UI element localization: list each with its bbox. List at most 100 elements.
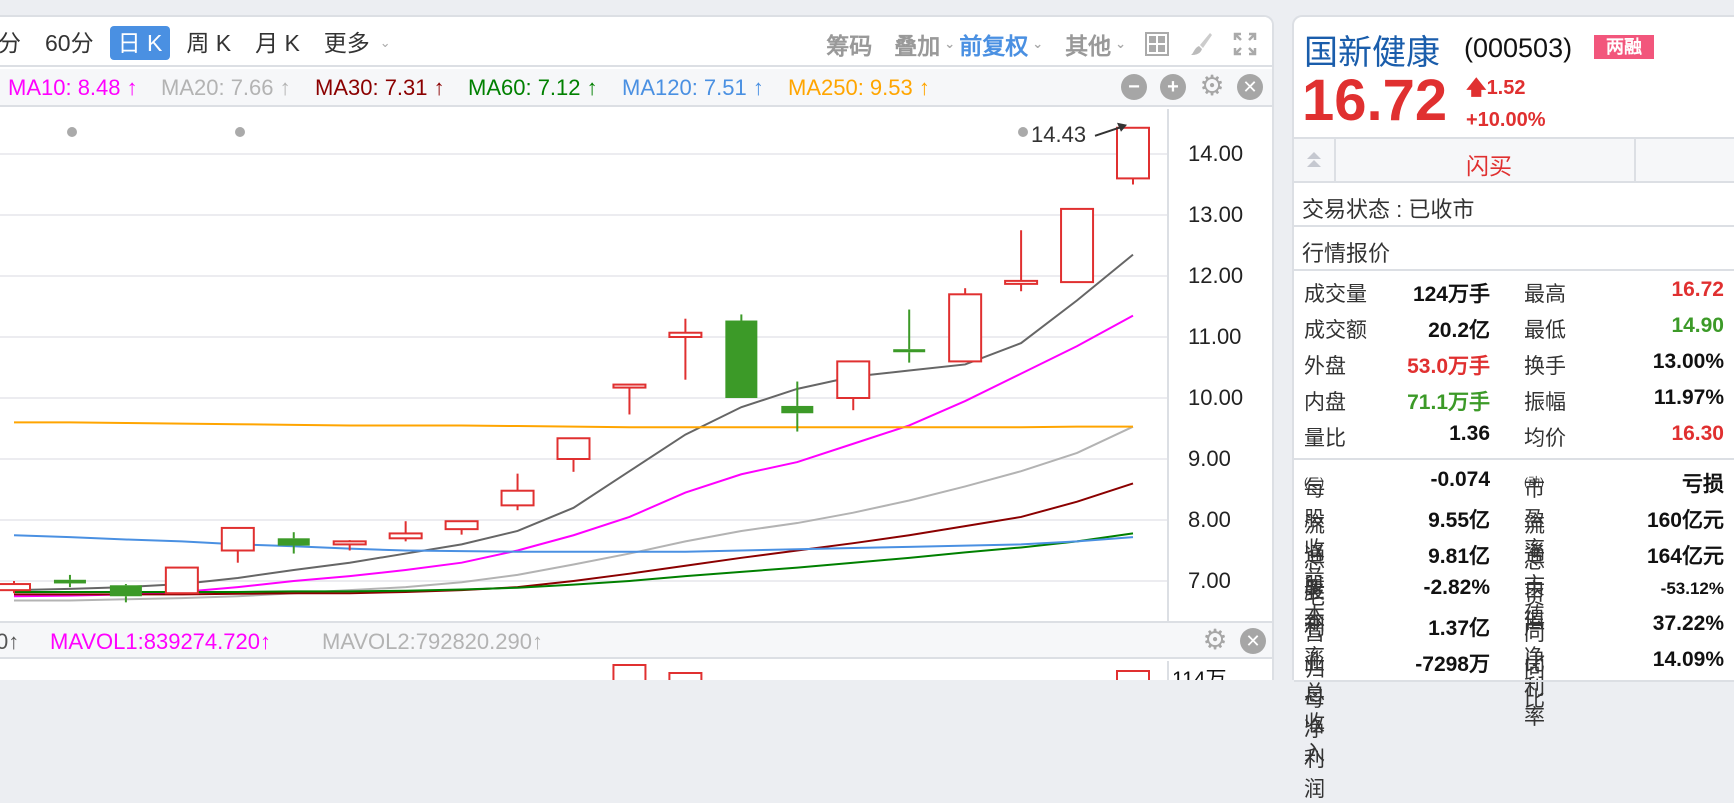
period-tab[interactable]: 日 K <box>109 26 171 60</box>
minus-icon[interactable]: − <box>1121 74 1147 100</box>
flash-sell-button[interactable] <box>1636 139 1734 181</box>
other-dropdown[interactable]: 其他 ⌄ <box>1065 27 1126 61</box>
trade-row: 闪买 <box>1294 137 1734 183</box>
quote-value: 53.0万手 <box>1407 355 1490 378</box>
ma30-label: MA30: 7.31 ↑ <box>315 75 445 100</box>
chips-label: 筹码 <box>826 33 873 59</box>
quote-row: 成交量 124万手 最高 16.72 <box>1294 273 1734 309</box>
fullscreen-icon[interactable] <box>1232 31 1258 57</box>
kline-chart[interactable]: 14.43 <box>0 109 1167 621</box>
chevron-down-icon: ⌄ <box>379 35 391 50</box>
high-price-marker: 14.43 <box>1031 122 1086 147</box>
chart-toolbar: 分 60分日 K周 K月 K 更多 ⌄ 筹码 叠加 ⌄ 前复权 ⌄ 其他 ⌄ <box>0 17 1272 67</box>
period-tab[interactable]: 分 <box>0 26 29 60</box>
quote-label: 振幅 <box>1524 391 1566 414</box>
financial-row: 流通股本 9.55亿 流通市值 160亿元 <box>1294 499 1734 627</box>
close-icon[interactable]: ✕ <box>1237 74 1263 100</box>
adjust-dropdown[interactable]: 前复权 ⌄ <box>959 27 1043 61</box>
other-label: 其他 <box>1065 33 1112 59</box>
financial-value: 160亿元 <box>1646 509 1724 532</box>
candle-body <box>781 405 814 414</box>
financial-label-text: 归母净利润 <box>1304 658 1325 801</box>
period-tab[interactable]: 周 K <box>178 26 239 60</box>
vol-label: 0↑ <box>0 629 20 654</box>
period-tab[interactable]: 更多 <box>316 26 378 60</box>
margin-badge: 两融 <box>1594 35 1654 59</box>
candle-body <box>612 383 647 389</box>
price-tick-label: 10.00 <box>1188 385 1244 410</box>
gear-icon[interactable]: ⚙ <box>1199 72 1225 100</box>
financial-table: 每股收益 (二) -0.074 市盈率 (动) 亏损 流通股本 9.55亿 流通市值 160亿元总… <box>1294 463 1734 801</box>
chevron-down-icon: ⌄ <box>1032 36 1044 51</box>
quote-table: 成交量 124万手 最高 16.72 成交额 20.2亿 最低 14.90 外盘 53.0万手 换手… <box>1294 273 1734 453</box>
financial-row: 每股收益 (二) -0.074 市盈率 (动) 亏损 <box>1294 463 1734 591</box>
financial-row: 总股本 9.81亿 总市值 164亿元 <box>1294 535 1734 633</box>
kline-chart-panel: 分 60分日 K周 K月 K 更多 ⌄ 筹码 叠加 ⌄ 前复权 ⌄ 其他 ⌄ MA10: 8… <box>0 15 1274 680</box>
chips-button[interactable]: 筹码 <box>826 27 872 61</box>
candle-body <box>1060 207 1095 284</box>
price-tick-label: 7.00 <box>1188 568 1231 593</box>
quote-value: 16.72 <box>1671 278 1724 301</box>
period-tab[interactable]: 月 K <box>247 26 308 60</box>
quote-label: 量比 <box>1304 427 1346 450</box>
candle-body <box>1004 279 1039 285</box>
period-tab[interactable]: 60分 <box>37 26 102 60</box>
quote-value: 20.2亿 <box>1428 319 1490 342</box>
financial-label-sub: (二) <box>1304 475 1324 489</box>
candle-body <box>1116 126 1150 180</box>
overlay-dropdown[interactable]: 叠加 ⌄ <box>894 27 955 61</box>
double-chevron-up-icon <box>1307 152 1321 167</box>
divider <box>1294 458 1734 460</box>
candle-body <box>109 585 142 597</box>
price-tick-label: 14.00 <box>1188 141 1244 166</box>
financial-label-text: 同比 <box>1524 658 1545 711</box>
financial-value: -7298万 <box>1415 653 1490 676</box>
candle-body <box>556 437 591 461</box>
quote-label: 均价 <box>1524 427 1566 450</box>
candle-body <box>164 566 199 595</box>
financial-value: -0.074 <box>1430 468 1490 491</box>
financial-value: 37.22% <box>1652 612 1724 635</box>
quote-label: 内盘 <box>1304 391 1346 414</box>
quote-label: 最低 <box>1524 319 1566 342</box>
financial-row: 营业总收入 1.37亿 同比 37.22% <box>1294 607 1734 765</box>
financial-value: 164亿元 <box>1646 545 1724 568</box>
quote-label: 成交量 <box>1304 283 1367 306</box>
price-axis-line <box>1167 109 1169 621</box>
quote-value: 11.97% <box>1653 386 1724 409</box>
candle-body <box>388 532 423 540</box>
collapse-button[interactable] <box>1294 139 1336 181</box>
quote-label: 成交额 <box>1304 319 1367 342</box>
financial-value: 1.37亿 <box>1428 617 1490 640</box>
brush-icon[interactable] <box>1188 31 1214 57</box>
quote-row: 量比 1.36 均价 16.30 <box>1294 417 1734 453</box>
trade-status: 交易状态 : 已收市 <box>1294 183 1734 227</box>
price-change-pct: +10.00% <box>1466 109 1546 131</box>
layout-grid-icon[interactable] <box>1144 31 1170 57</box>
event-marker-dot <box>235 127 245 137</box>
financial-value: -53.12% <box>1660 579 1724 598</box>
gear-icon[interactable]: ⚙ <box>1202 626 1228 654</box>
quote-section-title: 行情报价 <box>1294 227 1734 271</box>
candle-body <box>277 538 310 546</box>
mavol2-label: MAVOL2:792820.290↑ <box>322 629 543 654</box>
quote-row: 外盘 53.0万手 换手 13.00% <box>1294 345 1734 381</box>
price-tick-label: 13.00 <box>1188 202 1244 227</box>
event-marker-dot <box>1018 127 1028 137</box>
flash-buy-button[interactable]: 闪买 <box>1336 139 1636 181</box>
volume-axis-label: 114万 <box>1172 668 1227 680</box>
price-change: 🡅1.52 <box>1466 73 1526 107</box>
stock-code: (000503) <box>1464 33 1573 63</box>
plus-icon[interactable]: + <box>1160 74 1186 100</box>
mavol1-label: MAVOL1:839274.720↑ <box>50 629 271 654</box>
ma20-label: MA20: 7.66 ↑ <box>161 75 291 100</box>
candle-body <box>220 526 255 552</box>
chevron-down-icon: ⌄ <box>944 36 956 51</box>
candle-body <box>332 540 367 546</box>
ma120-label: MA120: 7.51 ↑ <box>622 75 764 100</box>
candle-body <box>725 320 758 398</box>
event-marker-dot <box>67 127 77 137</box>
price-tick-label: 11.00 <box>1188 324 1242 349</box>
close-icon[interactable]: ✕ <box>1240 628 1266 654</box>
quote-value: 13.00% <box>1652 350 1724 373</box>
